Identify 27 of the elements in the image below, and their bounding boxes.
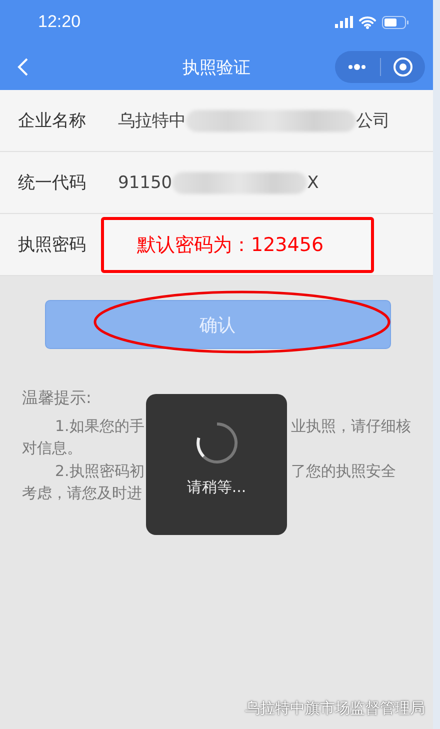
field-value: 91150 xyxy=(118,172,172,192)
field-value: 公司 xyxy=(356,110,390,132)
field-label: 统一代码 xyxy=(18,172,87,194)
status-time: 12:20 xyxy=(38,12,81,32)
wifi-icon xyxy=(359,16,376,28)
battery-icon xyxy=(382,16,409,28)
more-icon[interactable] xyxy=(348,64,366,70)
tip-text: 对信息。 xyxy=(22,439,82,458)
field-label: 企业名称 xyxy=(18,110,87,132)
field-value: 乌拉特中 xyxy=(118,110,186,132)
loading-text: 请稍等... xyxy=(186,478,246,497)
spinner-icon xyxy=(196,422,238,464)
tip-text: 2.执照密码初 xyxy=(55,462,144,480)
tip-text: 1.如果您的手 xyxy=(55,416,144,435)
annotation-box: 默认密码为：123456 xyxy=(101,216,374,272)
signal-icon xyxy=(335,16,353,28)
field-label: 执照密码 xyxy=(18,234,87,256)
tip-text: 考虑，请您及时进 xyxy=(22,484,142,502)
tips-title: 温馨提示: xyxy=(22,388,92,409)
page-title: 执照验证 xyxy=(182,58,250,78)
footer-text: 乌拉特中旗市场监督管理局 xyxy=(245,699,425,718)
tip-text: 业执照，请仔细核 xyxy=(291,416,411,436)
close-icon[interactable] xyxy=(392,57,413,77)
confirm-button[interactable]: 确认 xyxy=(44,300,390,349)
back-icon[interactable] xyxy=(17,57,29,77)
tip-text: 了您的执照安全 xyxy=(291,462,396,481)
field-value: X xyxy=(307,172,319,192)
